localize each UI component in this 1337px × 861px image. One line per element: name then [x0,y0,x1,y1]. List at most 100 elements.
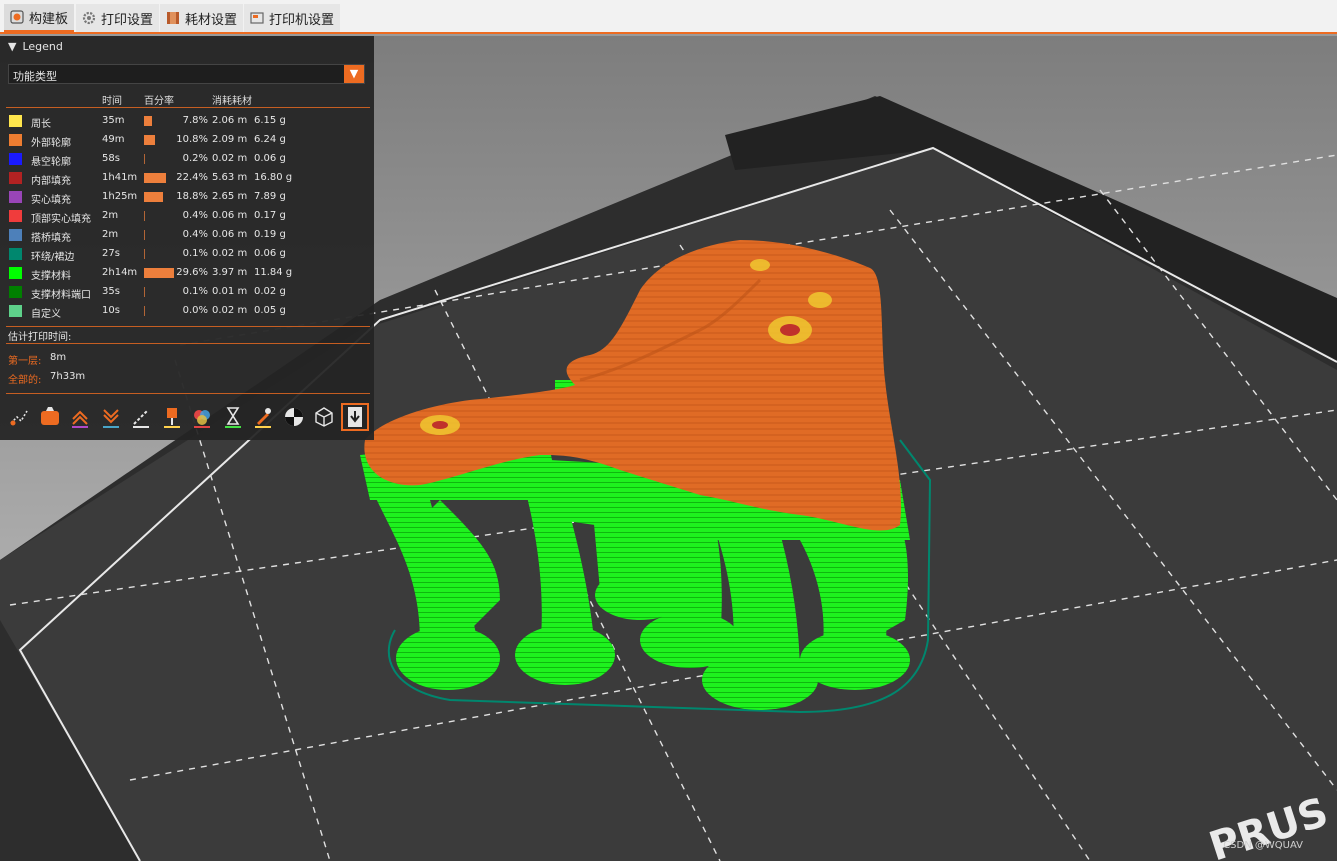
tab-label: 构建板 [29,11,69,27]
dropdown-arrow-icon[interactable]: ▼ [344,65,364,83]
color-changes-icon[interactable] [190,405,214,429]
toolbar-separator [6,393,370,394]
legend-row[interactable]: 悬空轮廓 58s 0.2% 0.02 m 0.06 g [0,150,374,169]
pause-prints-icon[interactable] [221,405,245,429]
color-swatch [9,248,22,260]
color-swatch [9,267,22,279]
estimate-title: 估计打印时间: [8,332,72,343]
feature-percent: 0.2% [182,153,208,164]
feature-name: 支撑材料 [31,271,71,282]
percent-bar [144,154,145,164]
percent-bar [144,192,163,202]
legend-row[interactable]: 内部填充 1h41m 22.4% 5.63 m 16.80 g [0,169,374,188]
first-layer-time: 第一层: 8m [8,352,66,367]
total-value: 7h33m [50,371,86,382]
feature-name: 搭桥填充 [31,233,71,244]
deretractions-icon[interactable] [99,405,123,429]
shells-icon[interactable] [312,405,336,429]
feature-length: 0.06 m [212,229,248,240]
legend-row[interactable]: 搭桥填充 2m 0.4% 0.06 m 0.19 g [0,226,374,245]
feature-name: 周长 [31,119,51,130]
feature-length: 5.63 m [212,172,248,183]
visibility-toolbar [4,402,370,432]
feature-name: 实心填充 [31,195,71,206]
legend-row[interactable]: 周长 35m 7.8% 2.06 m 6.15 g [0,112,374,131]
retractions-icon[interactable] [68,405,92,429]
feature-length: 3.97 m [212,267,248,278]
feature-name: 悬空轮廓 [31,157,71,168]
legend-header[interactable]: ▼ Legend [0,36,374,56]
legend-row[interactable]: 实心填充 1h25m 18.8% 2.65 m 7.89 g [0,188,374,207]
feature-percent: 0.4% [182,229,208,240]
feature-weight: 6.15 g [254,115,286,126]
feature-weight: 0.02 g [254,286,286,297]
wipe-icon[interactable] [38,405,62,429]
view-type-value: 功能类型 [13,70,57,83]
center-of-gravity-icon[interactable] [282,405,306,429]
tool-changes-icon[interactable] [160,405,184,429]
feature-percent: 22.4% [176,172,208,183]
filament-icon [166,11,180,25]
feature-percent: 10.8% [176,134,208,145]
color-swatch [9,286,22,298]
feature-length: 0.02 m [212,305,248,316]
tab-label: 打印机设置 [269,12,335,28]
feature-length: 0.02 m [212,248,248,259]
tab-print-settings[interactable]: 打印设置 [76,4,160,32]
feature-time: 35s [102,286,120,297]
feature-name: 环绕/裙边 [31,252,75,263]
legend-title: Legend [22,39,63,53]
header-time: 时间 [102,96,122,107]
percent-bar [144,249,145,259]
feature-name: 支撑材料端口 [31,290,91,301]
feature-time: 2h14m [102,267,138,278]
tab-filament-settings[interactable]: 耗材设置 [160,4,244,32]
travel-icon[interactable] [7,405,31,429]
feature-name: 内部填充 [31,176,71,187]
percent-bar [144,116,152,126]
tab-printer-settings[interactable]: 打印机设置 [244,4,341,32]
color-swatch [9,210,22,222]
feature-time: 58s [102,153,120,164]
legend-row[interactable]: 外部轮廓 49m 10.8% 2.09 m 6.24 g [0,131,374,150]
feature-time: 49m [102,134,125,145]
feature-percent: 0.0% [182,305,208,316]
plater-icon [10,10,24,24]
legend-row[interactable]: 自定义 10s 0.0% 0.02 m 0.05 g [0,302,374,321]
feature-length: 0.06 m [212,210,248,221]
feature-time: 2m [102,210,119,221]
total-time: 全部的: 7h33m [8,371,85,386]
percent-bar [144,230,145,240]
legend-row[interactable]: 支撑材料 2h14m 29.6% 3.97 m 11.84 g [0,264,374,283]
feature-length: 0.01 m [212,286,248,297]
percent-bar [144,287,145,297]
percent-bar [144,306,145,316]
feature-length: 2.09 m [212,134,248,145]
legend-row[interactable]: 支撑材料端口 35s 0.1% 0.01 m 0.02 g [0,283,374,302]
custom-gcodes-icon[interactable] [251,405,275,429]
feature-time: 35m [102,115,125,126]
feature-percent: 18.8% [176,191,208,202]
feature-weight: 0.06 g [254,248,286,259]
legend-row[interactable]: 环绕/裙边 27s 0.1% 0.02 m 0.06 g [0,245,374,264]
estimate-separator [6,343,370,344]
feature-percent: 0.1% [182,248,208,259]
tool-marker-icon[interactable] [340,403,369,431]
color-swatch [9,115,22,127]
seams-icon[interactable] [129,405,153,429]
feature-name: 顶部实心填充 [31,214,91,225]
feature-percent: 0.1% [182,286,208,297]
feature-weight: 0.19 g [254,229,286,240]
rows-separator [6,326,370,327]
first-layer-label: 第一层: [8,356,42,367]
collapse-triangle-icon[interactable]: ▼ [8,40,16,53]
color-swatch [9,153,22,165]
printer-icon [250,11,264,25]
feature-time: 10s [102,305,120,316]
color-swatch [9,229,22,241]
tab-plater[interactable]: 构建板 [4,4,75,32]
legend-row[interactable]: 顶部实心填充 2m 0.4% 0.06 m 0.17 g [0,207,374,226]
color-swatch [9,134,22,146]
color-swatch [9,191,22,203]
view-type-select[interactable]: 功能类型 ▼ [8,64,365,84]
